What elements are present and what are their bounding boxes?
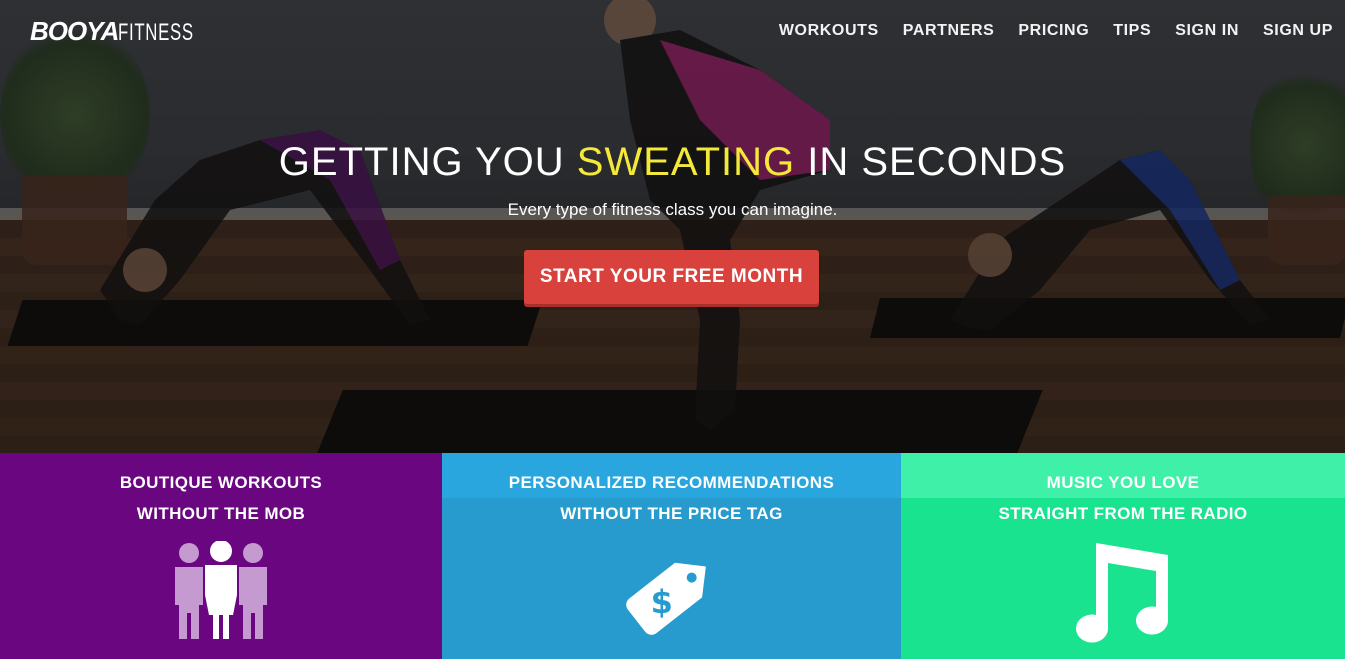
headline-highlight: SWEATING xyxy=(576,140,796,184)
music-note-icon xyxy=(1076,543,1168,643)
nav-sign-up[interactable]: SIGN UP xyxy=(1263,22,1333,40)
top-navigation: WORKOUTS PARTNERS PRICING TIPS SIGN IN S… xyxy=(779,22,1333,40)
hero-overlay xyxy=(0,0,1345,453)
booya-fitness-logo[interactable]: BOOYAFITNESS xyxy=(30,16,227,47)
price-tag-icon: $ xyxy=(625,562,706,635)
feature-title-line1: MUSIC YOU LOVE xyxy=(1046,473,1200,492)
feature-title-line2: WITHOUT THE MOB xyxy=(136,504,306,523)
nav-pricing[interactable]: PRICING xyxy=(1018,22,1089,40)
nav-sign-in[interactable]: SIGN IN xyxy=(1175,22,1239,40)
headline-post: IN SECONDS xyxy=(795,140,1067,184)
feature-music-you-love: MUSIC YOU LOVE STRAIGHT FROM THE RADIO xyxy=(901,453,1345,659)
svg-text:$: $ xyxy=(650,583,672,621)
logo-bold-text: BOOYA xyxy=(30,16,119,46)
hero-subline: Every type of fitness class you can imag… xyxy=(507,200,838,219)
feature-personalized-recommendations: PERSONALIZED RECOMMENDATIONS WITHOUT THE… xyxy=(442,453,901,659)
hero-section: BOOYAFITNESS WORKOUTS PARTNERS PRICING T… xyxy=(0,0,1345,453)
nav-partners[interactable]: PARTNERS xyxy=(903,22,995,40)
feature-title-line2: STRAIGHT FROM THE RADIO xyxy=(998,504,1248,523)
feature-title-line1: PERSONALIZED RECOMMENDATIONS xyxy=(508,473,835,492)
nav-tips[interactable]: TIPS xyxy=(1113,22,1151,40)
logo-thin-text: FITNESS xyxy=(118,19,195,46)
start-free-month-button[interactable]: START YOUR FREE MONTH xyxy=(524,250,819,304)
people-icon xyxy=(175,541,267,639)
feature-title-line2: WITHOUT THE PRICE TAG xyxy=(560,504,783,523)
headline-pre: GETTING YOU xyxy=(278,140,577,184)
feature-boutique-workouts: BOUTIQUE WORKOUTS WITHOUT THE MOB xyxy=(0,453,442,659)
nav-workouts[interactable]: WORKOUTS xyxy=(779,22,879,40)
hero-headline: GETTING YOU SWEATING IN SECONDS xyxy=(0,140,1345,185)
feature-title-line1: BOUTIQUE WORKOUTS xyxy=(119,473,323,492)
